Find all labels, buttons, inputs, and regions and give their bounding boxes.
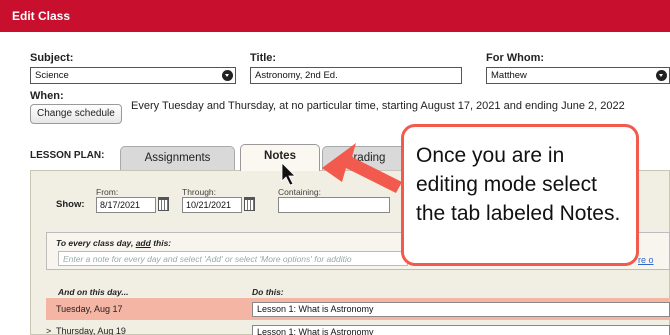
mouse-cursor-icon — [281, 162, 296, 186]
instruction-callout: Once you are in editing mode select the … — [401, 124, 639, 266]
